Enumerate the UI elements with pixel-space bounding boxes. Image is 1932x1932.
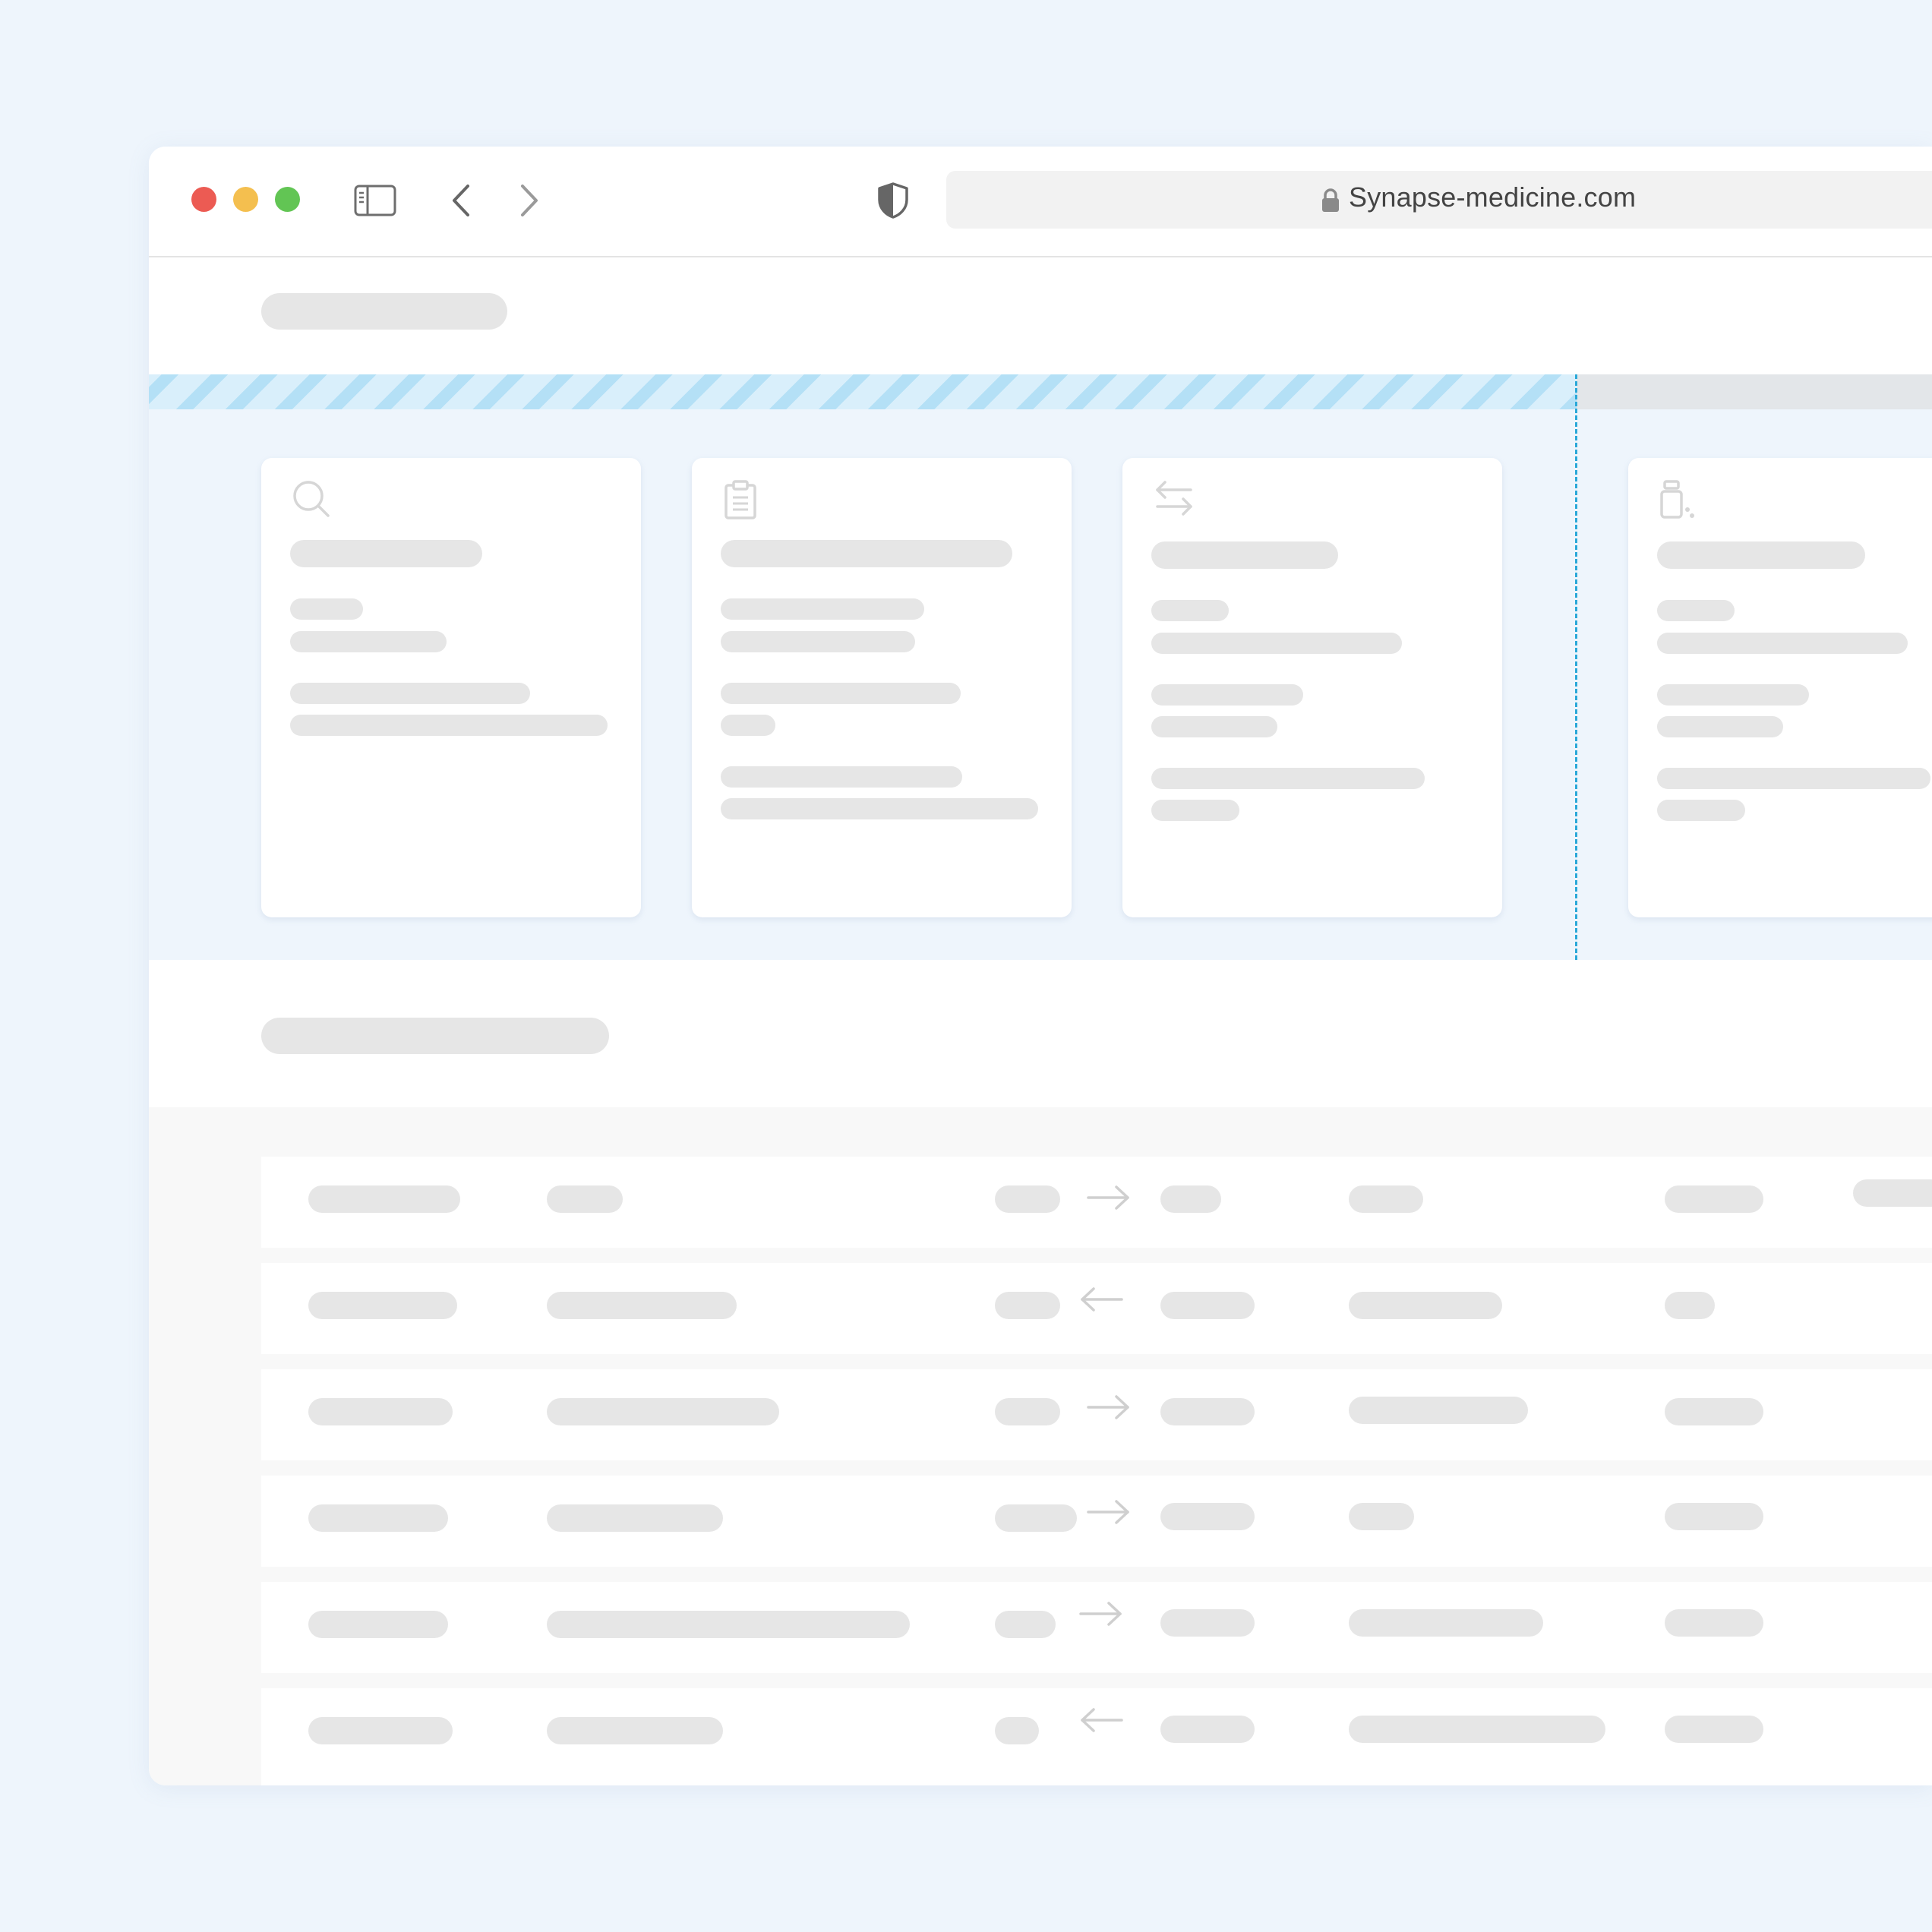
cell-placeholder [1349, 1292, 1502, 1319]
cell-placeholder [995, 1611, 1056, 1638]
cell-placeholder [1160, 1398, 1255, 1425]
close-window-button[interactable] [191, 187, 216, 212]
card-title-placeholder [1657, 541, 1865, 569]
progress-marker-line [1575, 374, 1577, 960]
progress-bar-track [1577, 374, 1932, 409]
card-line-placeholder [1657, 800, 1745, 821]
card-line-placeholder [290, 683, 530, 704]
cell-placeholder [308, 1611, 448, 1638]
card-line-placeholder [721, 798, 1038, 819]
browser-toolbar: Synapse-medicine.com [149, 147, 1932, 257]
cell-placeholder [1349, 1397, 1528, 1424]
cell-placeholder [308, 1398, 453, 1425]
cell-placeholder [995, 1504, 1077, 1532]
maximize-window-button[interactable] [275, 187, 300, 212]
card-line-placeholder [721, 631, 915, 652]
arrow-right-icon [1087, 1500, 1129, 1524]
cell-placeholder [1665, 1185, 1763, 1213]
card-line-placeholder [290, 598, 363, 620]
cell-placeholder [1665, 1609, 1763, 1637]
table-row[interactable] [261, 1476, 1932, 1567]
cell-placeholder [1853, 1179, 1932, 1207]
cell-placeholder [547, 1185, 623, 1213]
card-line-placeholder [1657, 600, 1735, 621]
cell-placeholder [1665, 1292, 1715, 1319]
cell-placeholder [308, 1717, 453, 1744]
table-row[interactable] [261, 1157, 1932, 1248]
card-line-placeholder [1657, 716, 1783, 737]
card-line-placeholder [1657, 633, 1908, 654]
cell-placeholder [547, 1398, 779, 1425]
card-line-placeholder [1151, 768, 1425, 789]
section-title-placeholder [261, 1018, 609, 1054]
info-card[interactable] [1628, 458, 1932, 917]
info-card[interactable] [261, 458, 641, 917]
forward-chevron-icon[interactable] [518, 183, 541, 218]
clipboard-icon [724, 480, 756, 519]
cell-placeholder [995, 1292, 1060, 1319]
cell-placeholder [1665, 1398, 1763, 1425]
cell-placeholder [1160, 1609, 1255, 1637]
address-bar-url[interactable]: Synapse-medicine.com [1349, 182, 1636, 213]
info-card[interactable] [692, 458, 1072, 917]
arrow-left-icon [1081, 1708, 1123, 1732]
cell-placeholder [1160, 1185, 1221, 1213]
card-line-placeholder [721, 715, 775, 736]
card-line-placeholder [721, 598, 924, 620]
card-line-placeholder [1151, 684, 1303, 706]
card-line-placeholder [1151, 633, 1402, 654]
cell-placeholder [547, 1504, 723, 1532]
arrow-right-icon [1087, 1395, 1129, 1419]
table-row[interactable] [261, 1582, 1932, 1673]
cell-placeholder [547, 1611, 910, 1638]
page-title-placeholder [261, 293, 507, 330]
minimize-window-button[interactable] [233, 187, 258, 212]
cell-placeholder [1160, 1292, 1255, 1319]
card-line-placeholder [1151, 600, 1229, 621]
cell-placeholder [1665, 1503, 1763, 1530]
cell-placeholder [1665, 1716, 1763, 1743]
back-chevron-icon[interactable] [450, 183, 472, 218]
cell-placeholder [308, 1292, 457, 1319]
progress-bar-filled [149, 374, 1577, 409]
cell-placeholder [1160, 1503, 1255, 1530]
card-title-placeholder [1151, 541, 1338, 569]
medicine-bottle-icon [1660, 480, 1694, 519]
cell-placeholder [308, 1504, 448, 1532]
card-line-placeholder [1151, 800, 1239, 821]
cell-placeholder [995, 1717, 1039, 1744]
shield-icon[interactable] [876, 182, 910, 219]
cell-placeholder [1349, 1503, 1414, 1530]
card-line-placeholder [290, 715, 608, 736]
cell-placeholder [1349, 1185, 1423, 1213]
cell-placeholder [547, 1292, 737, 1319]
cell-placeholder [547, 1717, 723, 1744]
arrow-right-icon [1079, 1602, 1122, 1626]
card-line-placeholder [1657, 684, 1809, 706]
table-row[interactable] [261, 1263, 1932, 1354]
cell-placeholder [1160, 1716, 1255, 1743]
card-line-placeholder [721, 683, 961, 704]
browser-window: Synapse-medicine.com [149, 147, 1932, 1785]
lock-icon [1322, 188, 1339, 212]
card-line-placeholder [1657, 768, 1930, 789]
card-line-placeholder [721, 766, 962, 788]
card-title-placeholder [721, 540, 1012, 567]
arrow-left-icon [1081, 1287, 1123, 1312]
table-row[interactable] [261, 1688, 1932, 1785]
cell-placeholder [1349, 1609, 1543, 1637]
cell-placeholder [995, 1398, 1060, 1425]
card-title-placeholder [290, 540, 482, 567]
info-card[interactable] [1122, 458, 1502, 917]
card-line-placeholder [1151, 716, 1277, 737]
swap-arrows-icon [1156, 481, 1192, 516]
arrow-right-icon [1087, 1185, 1129, 1210]
cell-placeholder [1349, 1716, 1605, 1743]
sidebar-toggle-icon[interactable] [354, 185, 396, 216]
table-row[interactable] [261, 1369, 1932, 1460]
card-line-placeholder [290, 631, 447, 652]
search-icon [293, 481, 330, 517]
cell-placeholder [995, 1185, 1060, 1213]
cell-placeholder [308, 1185, 460, 1213]
